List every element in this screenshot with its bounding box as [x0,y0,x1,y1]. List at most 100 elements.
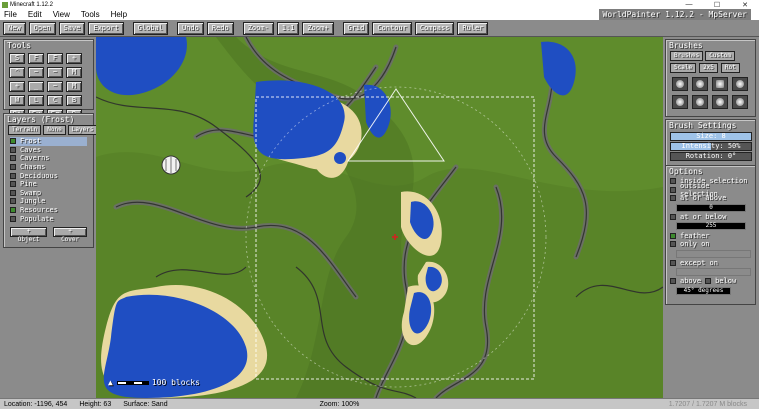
tool-button[interactable]: ~ [47,81,63,92]
tool-button[interactable]: L [28,95,44,106]
tool-button[interactable]: F [47,53,63,64]
option-only-on[interactable]: only on [666,240,755,249]
tool-button[interactable]: + [9,81,25,92]
contour-button[interactable]: Contour [372,21,412,35]
tool-button[interactable]: M [66,81,82,92]
compass-button[interactable]: Compass [414,21,455,35]
rotation-slider[interactable]: Rotation: 0° [670,152,752,161]
tool-button[interactable]: F [28,53,44,64]
checkbox[interactable] [670,214,676,221]
layer-chasms[interactable]: Chasms [10,163,87,172]
layer-deciduous[interactable]: Deciduous [10,171,87,180]
brush-spike[interactable] [732,77,748,91]
tool-button[interactable]: C [47,95,63,106]
checkbox[interactable] [670,232,676,239]
layer-checkbox[interactable] [10,189,16,196]
zoom-out-button[interactable]: Zoom- [242,21,274,35]
layer-pine[interactable]: Pine [10,180,87,189]
checkbox[interactable] [670,241,676,248]
brush-rotate-button[interactable]: Rot [720,63,740,73]
brush-star[interactable] [732,95,748,109]
layer-checkbox[interactable] [10,207,16,214]
tool-button[interactable]: W [9,95,25,106]
checkbox[interactable] [670,259,676,266]
layer-checkbox[interactable] [10,172,16,179]
option-feather[interactable]: feather [666,231,755,240]
layer-checkbox[interactable] [10,215,16,222]
undo-button[interactable]: Undo [176,21,204,35]
menu-view[interactable]: View [49,10,77,19]
tool-button[interactable]: B [66,95,82,106]
open-button[interactable]: Open [28,21,56,35]
brush-size-button[interactable]: 2x5 [699,63,718,73]
tool-button[interactable]: + [66,53,82,64]
maximize-button[interactable]: ☐ [703,0,731,9]
checkbox[interactable] [670,278,676,285]
checkbox[interactable] [670,195,676,202]
add-cover-button[interactable]: + Cover [53,226,87,243]
brush-dome[interactable] [672,95,688,109]
brush-round-soft[interactable] [672,77,688,91]
only-on-select[interactable] [676,249,751,258]
at-or-below-field[interactable]: 255 [676,222,746,231]
map-view[interactable]: ▲ 100 blocks [96,37,663,398]
new-button[interactable]: New [3,21,26,35]
layer-caverns[interactable]: Caverns [10,154,87,163]
brush-square[interactable] [712,77,728,91]
checkbox[interactable] [670,186,676,193]
ruler-button[interactable]: Ruler [457,21,489,35]
brush-diamond[interactable] [712,95,728,109]
tab-none[interactable]: None [43,125,66,135]
brush-round[interactable] [692,77,708,91]
tool-button[interactable]: S [9,53,25,64]
layer-checkbox[interactable] [10,181,16,188]
layer-caves[interactable]: Caves [10,146,87,155]
zoom-reset-button[interactable]: 1:1 [276,21,300,35]
tool-button[interactable]: ~ [28,67,44,78]
option-at-or-below[interactable]: at or below [666,213,755,222]
tool-button[interactable]: M [66,67,82,78]
layer-checkbox[interactable] [10,138,16,145]
global-button[interactable]: Global [132,21,168,35]
tab-custom[interactable]: Custom [705,51,735,61]
layer-jungle[interactable]: Jungle [10,197,87,206]
minimize-button[interactable]: — [675,0,703,9]
export-button[interactable]: Export [88,21,124,35]
tab-layers[interactable]: Layers [67,125,98,135]
grid-button[interactable]: Grid [342,21,370,35]
close-button[interactable]: ✕ [731,0,759,9]
menu-help[interactable]: Help [107,10,134,19]
brush-scale-button[interactable]: Scale [670,63,697,73]
layer-resources[interactable]: Resources [10,206,87,215]
menu-edit[interactable]: Edit [24,10,49,19]
tool-button[interactable]: _ [28,81,44,92]
checkbox[interactable] [670,178,676,185]
tab-brushes[interactable]: Brushes [670,51,704,61]
intensity-slider[interactable]: Intensity: 50% [670,142,752,151]
at-or-above-field[interactable]: 0 [676,203,746,212]
checkbox[interactable] [705,278,712,285]
add-object-button[interactable]: + Object [10,226,48,243]
layer-populate[interactable]: Populate [10,214,87,223]
option-except-on[interactable]: except on [666,259,755,268]
brush-noise[interactable] [692,95,708,109]
layer-checkbox[interactable] [10,146,16,153]
menu-file[interactable]: File [0,10,24,19]
layer-checkbox[interactable] [10,198,16,205]
layer-swamp[interactable]: Swamp [10,189,87,198]
layer-checkbox[interactable] [10,155,16,162]
layer-checkbox[interactable] [10,164,16,171]
save-button[interactable]: Save [58,21,86,35]
tool-button[interactable]: ^ [9,67,25,78]
redo-button[interactable]: Redo [206,21,234,35]
option-outside-selection[interactable]: outside selection [666,182,755,198]
layer-label: Pine [20,180,37,189]
zoom-in-button[interactable]: Zoom+ [302,21,334,35]
degrees-field[interactable]: 45° degrees [676,286,731,295]
layer-frost[interactable]: Frost [10,137,87,146]
menu-tools[interactable]: Tools [77,10,107,19]
size-slider[interactable]: Size: 8 [670,132,752,141]
tab-terrain[interactable]: Terrain [8,125,42,135]
tool-button[interactable]: ~ [47,67,63,78]
except-on-select[interactable] [676,268,751,277]
